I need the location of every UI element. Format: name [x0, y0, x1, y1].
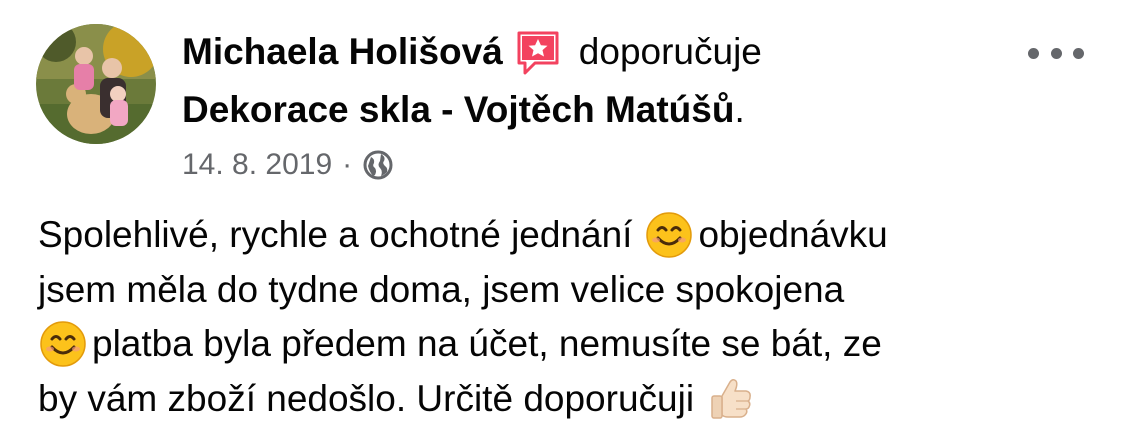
post-body-line: by vám zboží nedošlo. Určitě doporučuji: [38, 372, 1098, 427]
header-period: .: [734, 89, 745, 130]
post-text: by vám zboží nedošlo. Určitě doporučuji: [38, 377, 695, 419]
more-options-icon[interactable]: [1028, 36, 1084, 70]
more-dot: [1073, 47, 1084, 59]
author-name[interactable]: Michaela Holišová: [182, 31, 503, 73]
globe-icon[interactable]: [362, 149, 394, 181]
smiling-face-emoji: [38, 319, 88, 369]
author-avatar[interactable]: [36, 24, 156, 144]
meta-separator: ·: [342, 148, 353, 181]
post-date[interactable]: 14. 8. 2019: [182, 148, 332, 182]
avatar-photo: [36, 24, 156, 144]
post-body-line: platba byla předem na účet, nemusíte se …: [38, 317, 1098, 372]
post-meta: 14. 8. 2019 ·: [182, 145, 394, 185]
post-body-line: jsem měla do tydne doma, jsem velice spo…: [38, 263, 1098, 318]
post-text: jsem měla do tydne doma, jsem velice spo…: [38, 268, 845, 310]
thumbs-up-emoji: [706, 374, 756, 424]
post-body: Spolehlivé, rychle a ochotné jednání obj…: [38, 208, 1098, 426]
smiling-face-emoji: [644, 210, 694, 260]
more-dot: [1028, 47, 1039, 59]
recommendation-star-icon: [513, 27, 563, 77]
recommended-page-name[interactable]: Dekorace skla - Vojtěch Matúšů: [182, 89, 734, 131]
post-body-line: Spolehlivé, rychle a ochotné jednání obj…: [38, 208, 1098, 263]
recommends-text: doporučuje: [578, 31, 762, 72]
post-text: objednávku: [698, 214, 888, 255]
post-header-line2: Dekorace skla - Vojtěch Matúšů .: [182, 82, 745, 138]
post-text: platba byla předem na účet, nemusíte se …: [92, 323, 882, 364]
post-text: Spolehlivé, rychle a ochotné jednání: [38, 214, 633, 255]
post-header-line1: Michaela Holišová doporučuje: [182, 24, 762, 80]
more-dot: [1050, 47, 1062, 59]
